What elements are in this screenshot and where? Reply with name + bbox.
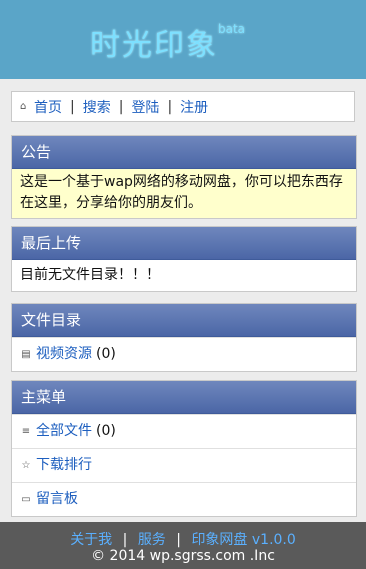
menu-item-guestbook[interactable]: ▭ 留言板 [12,482,356,516]
list-item[interactable]: ▤ 视频资源 (0) [12,337,356,371]
site-logo[interactable]: 时光印象bata [90,20,245,64]
main-menu-title: 主菜单 [12,381,356,414]
top-nav: ⌂ 首页 | 搜索 | 登陆 | 注册 [11,91,355,122]
file-directory-panel: 文件目录 ▤ 视频资源 (0) [11,303,357,372]
site-header: 时光印象bata [0,0,366,79]
nav-separator: | [70,98,75,115]
star-icon: ☆ [21,460,31,471]
file-count: (0) [96,346,116,362]
nav-separator: | [167,98,173,115]
main-menu-panel: 主菜单 ≡ 全部文件 (0) ☆ 下载排行 ▭ 留言板 [11,380,357,517]
footer-app-link[interactable]: 印象网盘 v1.0.0 [191,532,295,548]
latest-upload-panel: 最后上传 目前无文件目录！！！ [11,226,357,292]
all-files-link[interactable]: 全部文件 [36,415,92,448]
nav-separator: | [118,98,124,115]
nav-register[interactable]: 注册 [180,97,208,117]
list-icon: ≡ [21,426,31,437]
nav-home[interactable]: 首页 [34,97,62,117]
notice-panel: 公告 这是一个基于wap网络的移动网盘，你可以把东西存在这里，分享给你的朋友们。 [11,135,357,219]
comment-icon: ▭ [21,494,31,505]
home-icon: ⌂ [20,100,27,112]
footer-service-link[interactable]: 服务 [138,532,166,548]
nav-search[interactable]: 搜索 [83,97,111,117]
copyright: © 2014 wp.sgrss.com .Inc [91,548,275,564]
folder-icon: ▤ [21,349,31,360]
site-footer: 关于我 | 服务 | 印象网盘 v1.0.0 © 2014 wp.sgrss.c… [0,522,366,569]
video-resources-link[interactable]: 视频资源 [36,338,92,371]
nav-login[interactable]: 登陆 [131,97,159,117]
menu-item-ranking[interactable]: ☆ 下载排行 [12,448,356,482]
file-directory-title: 文件目录 [12,304,356,337]
footer-separator: | [122,532,128,548]
download-ranking-link[interactable]: 下载排行 [36,449,92,482]
latest-upload-title: 最后上传 [12,227,356,260]
notice-title: 公告 [12,136,356,169]
all-files-count: (0) [96,423,116,439]
logo-version: bata [218,22,246,36]
footer-about-link[interactable]: 关于我 [70,532,112,548]
guestbook-link[interactable]: 留言板 [36,483,78,516]
latest-upload-text: 目前无文件目录！！！ [20,267,160,283]
menu-item-all-files[interactable]: ≡ 全部文件 (0) [12,414,356,448]
footer-separator: | [176,532,181,548]
notice-text: 这是一个基于wap网络的移动网盘，你可以把东西存在这里，分享给你的朋友们。 [12,169,356,218]
